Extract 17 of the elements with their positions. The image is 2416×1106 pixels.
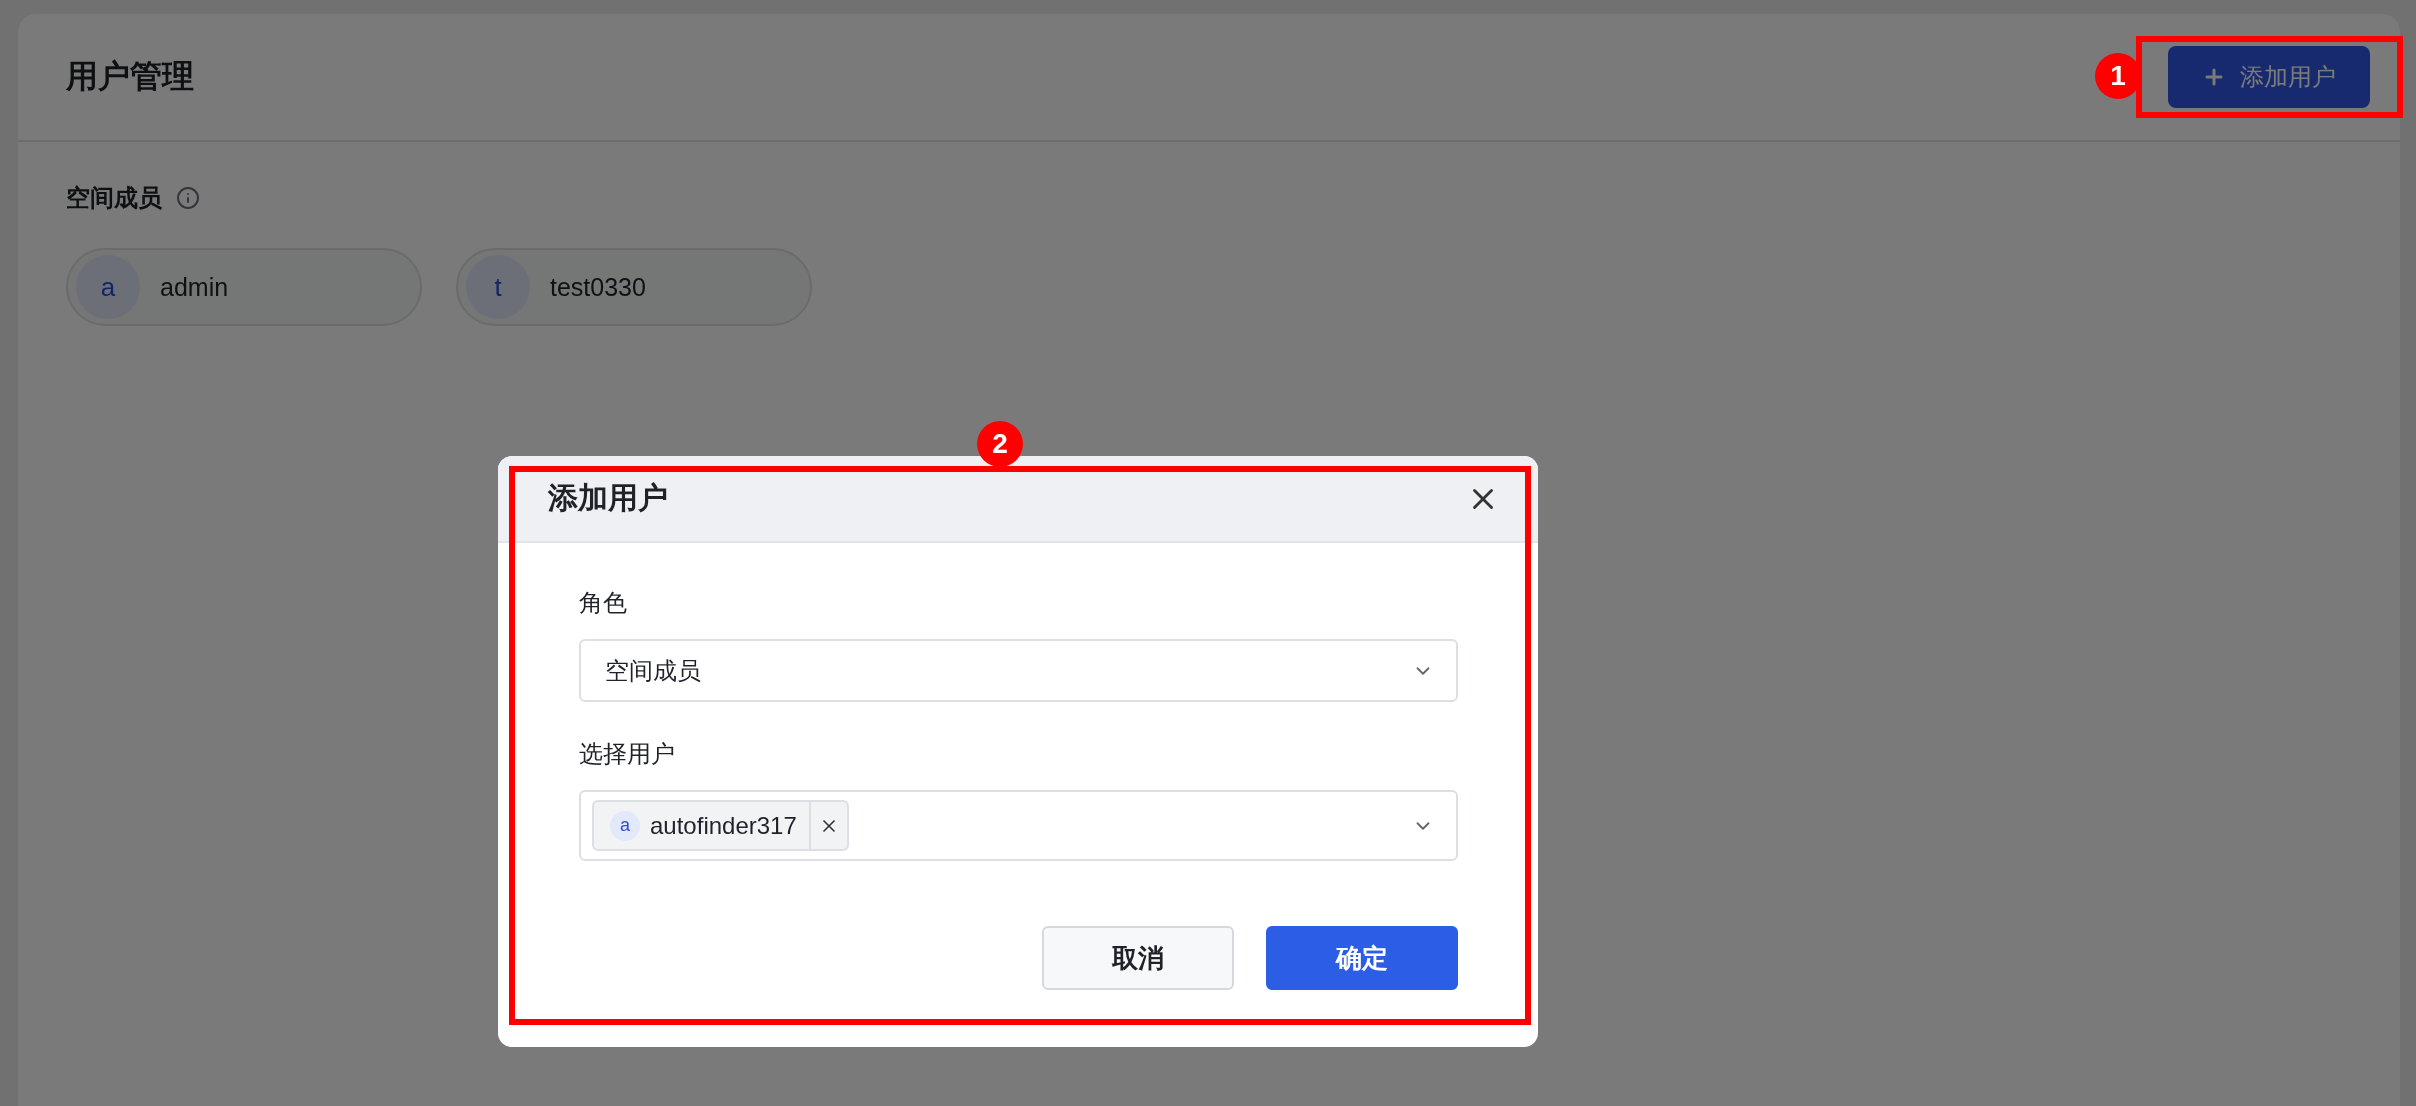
add-user-button[interactable]: 添加用户 [2168, 46, 2370, 108]
page-title: 用户管理 [66, 57, 194, 96]
avatar-initial: t [466, 255, 530, 319]
avatar-initial: a [610, 810, 640, 841]
role-select[interactable]: 空间成员 [579, 639, 1458, 702]
cancel-button[interactable]: 取消 [1042, 926, 1234, 990]
info-icon[interactable] [176, 186, 200, 210]
confirm-button[interactable]: 确定 [1266, 926, 1458, 990]
user-tag: a autofinder317 [592, 800, 849, 851]
member-chip[interactable]: t test0330 [456, 248, 812, 326]
user-select[interactable]: a autofinder317 [579, 790, 1458, 861]
avatar-initial: a [76, 255, 140, 319]
dialog-title: 添加用户 [548, 480, 668, 516]
section-title: 空间成员 [66, 183, 162, 213]
field-label: 选择用户 [579, 739, 676, 769]
field-label: 角色 [579, 588, 628, 618]
member-chip[interactable]: a admin [66, 248, 422, 326]
